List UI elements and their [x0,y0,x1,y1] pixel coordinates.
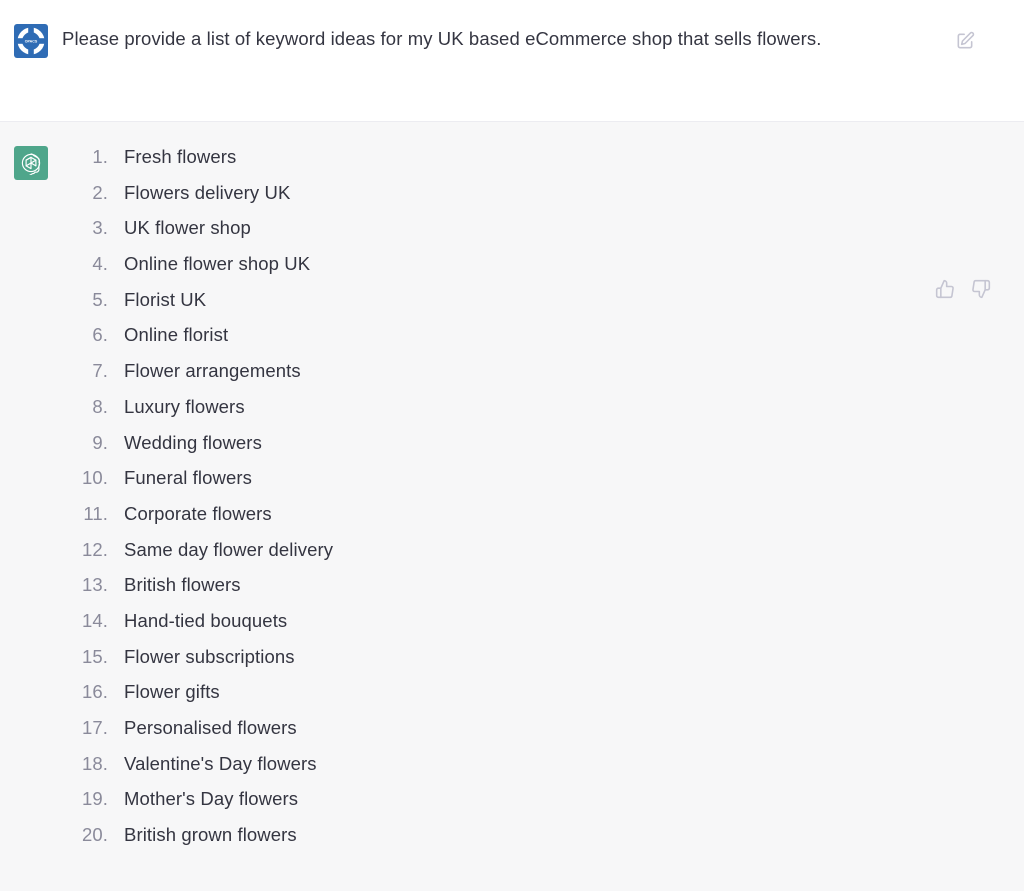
list-item-label: Same day flower delivery [124,538,334,560]
list-item-number: 12. [81,538,108,560]
list-item: 12. Same day flower delivery [62,539,934,575]
list-item-number: 16. [81,681,108,703]
list-item-number: 17. [81,717,108,738]
edit-pencil-square-icon [957,31,975,49]
list-item-number: 5. [92,288,108,310]
list-item-number: 18. [81,752,108,774]
list-item: 5. Florist UK [62,289,934,325]
list-item: 14. Hand-tied bouquets [62,610,934,646]
user-message-content: Please provide a list of keyword ideas f… [62,24,1024,54]
list-item-number: 10. [81,467,108,489]
assistant-message-row: 1. Fresh flowers 2. Flowers delivery UK 3. UK… [0,122,1024,891]
list-item-number: 20. [81,824,108,846]
list-item: 20. British grown flowers [62,824,934,860]
list-item-label: Corporate flowers [124,502,272,524]
chat-conversation: OPACS Please provide a list of keyword i… [0,0,1024,891]
list-item: 15. Flower subscriptions [62,646,934,682]
edit-message-button[interactable] [954,30,976,52]
list-item-label: British grown flowers [124,824,297,846]
opacs-logo-icon: OPACS [17,27,45,55]
list-item-label: Personalised flowers [124,717,297,738]
list-item: 7. Flower arrangements [62,360,934,396]
thumbs-down-button[interactable] [970,278,992,300]
list-item-number: 13. [81,574,108,596]
list-item-label: Luxury flowers [124,395,245,417]
list-item: 8. Luxury flowers [62,396,934,432]
list-item: 10. Funeral flowers [62,467,934,503]
list-item: 3. UK flower shop [62,217,934,253]
chatgpt-logo-icon [21,153,41,175]
svg-text:OPACS: OPACS [25,40,38,44]
list-item-label: Wedding flowers [124,431,262,453]
user-prompt-text: Please provide a list of keyword ideas f… [62,28,822,49]
list-item: 6. Online florist [62,324,934,360]
keyword-ideas-list: 1. Fresh flowers 2. Flowers delivery UK 3. UK… [62,146,934,860]
list-item-label: UK flower shop [124,217,251,239]
list-item: 2. Flowers delivery UK [62,182,934,218]
assistant-avatar [14,146,48,180]
list-item-number: 7. [92,360,108,382]
list-item-number: 9. [92,431,108,453]
assistant-avatar-column [0,146,62,180]
list-item: 1. Fresh flowers [62,146,934,182]
list-item-number: 11. [83,502,108,524]
thumbs-up-button[interactable] [934,278,956,300]
list-item-number: 19. [81,788,108,810]
user-avatar: OPACS [14,24,48,58]
list-item-number: 1. [92,146,108,167]
user-avatar-column: OPACS [0,24,62,58]
user-message-row: OPACS Please provide a list of keyword i… [0,0,1024,122]
list-item-number: 6. [92,324,108,346]
list-item: 18. Valentine's Day flowers [62,753,934,789]
list-item-number: 15. [81,645,108,667]
assistant-message-actions [934,278,992,300]
list-item: 17. Personalised flowers [62,717,934,753]
list-item-label: Hand-tied bouquets [124,609,288,631]
list-item-label: Fresh flowers [124,146,237,167]
list-item-label: British flowers [124,574,241,596]
list-item-number: 4. [92,253,108,275]
list-item: 4. Online flower shop UK [62,253,934,289]
list-item-label: Flower gifts [124,681,220,703]
list-item-number: 8. [92,395,108,417]
list-item-label: Funeral flowers [124,467,252,489]
list-item-number: 3. [92,217,108,239]
user-message-actions [954,30,976,52]
list-item-label: Florist UK [124,288,207,310]
list-item: 16. Flower gifts [62,681,934,717]
list-item-label: Flower arrangements [124,360,301,382]
list-item-label: Flower subscriptions [124,645,295,667]
list-item-label: Valentine's Day flowers [124,752,317,774]
list-item-number: 14. [81,609,108,631]
thumbs-down-icon [972,279,991,299]
list-item-label: Online flower shop UK [124,253,311,275]
list-item: 11. Corporate flowers [62,503,934,539]
list-item-number: 2. [92,181,108,203]
list-item: 9. Wedding flowers [62,432,934,468]
thumbs-up-icon [935,279,954,299]
list-item-label: Flowers delivery UK [124,181,291,203]
list-item-label: Online florist [124,324,229,346]
assistant-message-content: 1. Fresh flowers 2. Flowers delivery UK 3. UK… [62,146,1024,860]
list-item-label: Mother's Day flowers [124,788,299,810]
list-item: 13. British flowers [62,574,934,610]
list-item: 19. Mother's Day flowers [62,788,934,824]
